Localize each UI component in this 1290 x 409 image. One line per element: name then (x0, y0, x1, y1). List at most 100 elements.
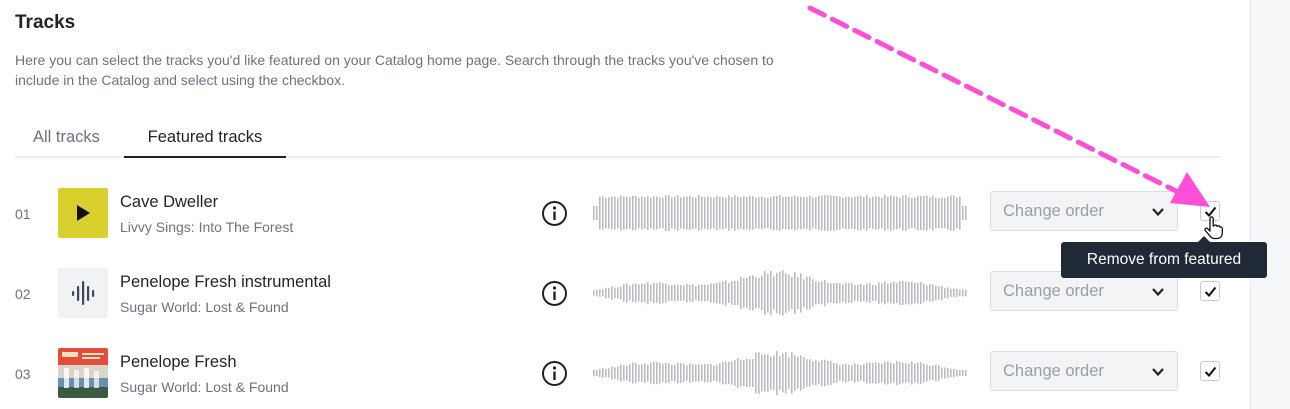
waveform-bar (941, 367, 943, 379)
waveform[interactable] (593, 350, 969, 396)
waveform-bar (917, 195, 919, 231)
waveform-bar (743, 196, 745, 230)
track-album: Sugar World: Lost & Found (120, 379, 289, 395)
waveform-bar (749, 195, 751, 231)
waveform-bar (596, 369, 598, 377)
waveform-bar (605, 287, 607, 299)
waveform-bar (629, 364, 631, 382)
waveform-bar (707, 284, 709, 302)
waveform-bar (953, 195, 955, 231)
waveform-bar (719, 363, 721, 383)
hand-pointer-cursor-icon (1204, 216, 1223, 240)
waveform-bar (791, 196, 793, 230)
waveform-bar (857, 195, 859, 230)
waveform-bar (662, 282, 664, 304)
featured-checkbox[interactable] (1200, 361, 1220, 381)
waveform-bar (800, 355, 802, 391)
waveform-bar (644, 363, 646, 383)
waveform-bar (902, 362, 904, 384)
waveform-bar (932, 195, 934, 231)
waveform[interactable] (593, 190, 969, 236)
waveform-bar (785, 196, 787, 230)
waveform-bar (821, 359, 823, 387)
waveform-bar (776, 272, 778, 314)
waveform-bar (770, 196, 772, 230)
waveform-bar (683, 363, 685, 383)
waveform-bar (788, 357, 790, 389)
waveform-bar (689, 284, 691, 302)
waveform-bar (776, 196, 778, 230)
waveform-bar (815, 360, 817, 386)
tab-featured-tracks[interactable]: Featured tracks (124, 124, 286, 158)
waveform-bar (953, 368, 955, 378)
waveform-bar (764, 271, 766, 315)
main-content: Tracks Here you can select the tracks yo… (0, 0, 1250, 409)
waveform-bar (737, 280, 739, 306)
waveform-bar (794, 195, 796, 231)
waveform-bar (866, 283, 868, 303)
waveform-bar (755, 197, 757, 229)
waveform-bar (950, 195, 952, 231)
waveform-bar (659, 282, 661, 304)
waveform-bar (608, 197, 610, 229)
waveform-bar (755, 277, 757, 309)
featured-checkbox[interactable] (1200, 281, 1220, 301)
waveform-bar (845, 282, 847, 304)
waveform-bar (611, 196, 613, 230)
waveform[interactable] (593, 270, 969, 316)
waveform-bar (635, 363, 637, 383)
waveform-bar (701, 364, 703, 382)
waveform-bar (623, 196, 625, 230)
track-artwork[interactable] (58, 188, 108, 238)
waveform-bar (848, 283, 850, 303)
waveform-bar (743, 278, 745, 308)
waveform-bar (731, 197, 733, 229)
waveform-bar (788, 274, 790, 312)
track-artwork[interactable] (58, 348, 108, 398)
waveform-bar (947, 196, 949, 230)
info-icon[interactable] (541, 280, 568, 307)
waveform-bar (620, 286, 622, 300)
chevron-down-icon (1152, 208, 1164, 217)
waveform-bar (896, 196, 898, 230)
waveform-bar (599, 196, 601, 230)
waveform-bar (605, 369, 607, 377)
waveform-bar (806, 359, 808, 387)
waveform-bar (734, 360, 736, 386)
waveform-bar (608, 288, 610, 298)
change-order-select[interactable]: Change order (990, 191, 1178, 231)
waveform-bar (839, 196, 841, 230)
info-icon[interactable] (541, 360, 568, 387)
waveform-bar (884, 195, 886, 231)
waveform-bar (593, 370, 595, 376)
waveform-bar (821, 281, 823, 305)
waveform-bar (722, 196, 724, 229)
waveform-bar (650, 197, 652, 229)
remove-from-featured-tooltip: Remove from featured (1061, 236, 1267, 278)
waveform-bar (680, 363, 682, 383)
waveform-bar (626, 196, 628, 230)
change-order-placeholder: Change order (1003, 282, 1104, 300)
waveform-bar (602, 368, 604, 378)
waveform-bar (761, 354, 763, 392)
waveform-bar (662, 197, 664, 229)
waveform-bar (935, 197, 937, 229)
info-icon[interactable] (541, 200, 568, 227)
tab-all-tracks[interactable]: All tracks (33, 124, 100, 158)
waveform-bar (914, 363, 916, 383)
waveform-bar (644, 283, 646, 303)
waveform-bar (803, 197, 805, 229)
waveform-bar (758, 278, 760, 308)
waveform-bar (740, 197, 742, 229)
track-row: 02 Penelope Fresh instrumental Sugar Wor… (0, 263, 1240, 323)
waveform-bar (860, 365, 862, 381)
track-artwork[interactable] (58, 268, 108, 318)
waveform-bar (680, 197, 682, 229)
waveform-bar (677, 285, 679, 301)
waveform-bar (599, 368, 601, 378)
waveform-bar (911, 361, 913, 385)
waveform-bar (845, 197, 847, 229)
waveform-bar (920, 282, 922, 304)
change-order-select[interactable]: Change order (990, 351, 1178, 391)
waveform-bar (731, 281, 733, 305)
